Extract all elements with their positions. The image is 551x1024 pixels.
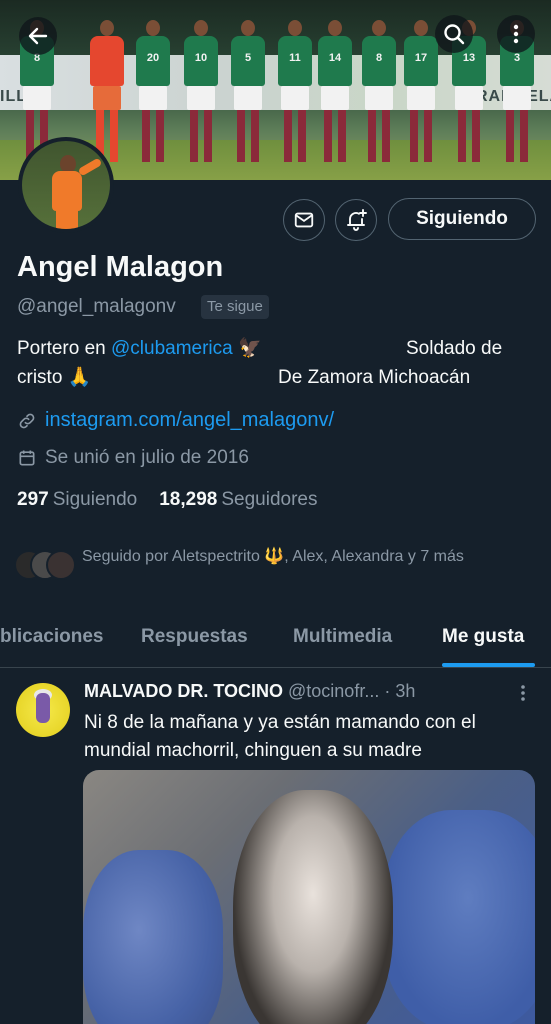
bio-location-text: De Zamora Michoacán [278,367,471,388]
bio-text: cristo 🙏 [17,367,92,388]
profile-tabs: blicaciones Respuestas Multimedia Me gus… [0,612,551,668]
following-stat[interactable]: 297 Siguiendo [17,489,137,511]
more-vertical-icon [513,24,519,44]
follower-avatars [14,550,76,582]
calendar-icon [19,450,35,466]
player: 11 [278,20,312,170]
more-button[interactable] [497,15,535,53]
search-button[interactable] [435,15,473,53]
website-link[interactable]: instagram.com/angel_malagonv/ [45,409,334,432]
bell-plus-icon [347,209,367,231]
player: 10 [184,20,218,170]
link-icon [19,413,35,428]
profile-handle: @angel_malagonv [17,296,176,317]
followers-count: 18,298 [159,489,218,510]
tab-media[interactable]: Multimedia [293,626,392,648]
player: 5 [231,20,265,170]
tweet-text: Ni 8 de la mañana y ya están mamando con… [84,712,476,761]
envelope-icon [294,212,314,228]
bio-line-1: Portero en @clubamerica 🦅 [17,337,262,361]
arrow-left-icon [28,27,48,45]
message-button[interactable] [283,199,325,241]
player: 17 [404,20,438,170]
tweet-author-name[interactable]: MALVADO DR. TOCINO [84,681,283,701]
bio-text-right: Soldado de [406,338,503,359]
followed-by-text: Seguido por Aletspectrito 🔱, Alex, Alexa… [82,548,464,565]
player: 14 [318,20,352,170]
eagle-emoji: 🦅 [238,338,262,359]
profile-avatar[interactable] [18,137,114,233]
bio-text: Portero en [17,338,111,359]
following-count: 297 [17,489,49,510]
player: 20 [136,20,170,170]
notifications-button[interactable] [335,199,377,241]
website-row: instagram.com/angel_malagonv/ [17,409,334,432]
tweet-header: MALVADO DR. TOCINO @tocinofr... · 3h [84,681,524,702]
joined-row: Se unió en julio de 2016 [17,447,249,469]
active-tab-indicator [442,663,535,667]
following-button[interactable]: Siguiendo [388,198,536,240]
tweet-author-handle[interactable]: @tocinofr... [288,681,379,701]
tab-posts[interactable]: blicaciones [0,626,104,648]
tweet-author-avatar[interactable] [16,683,70,737]
profile-name: Angel Malagon [17,251,224,283]
following-label: Siguiendo [52,489,138,510]
follow-stats: 297 Siguiendo 18,298 Seguidores [17,489,317,511]
avatar [46,550,76,580]
tweet-more-icon[interactable] [515,683,531,703]
followers-stat[interactable]: 18,298 Seguidores [159,489,317,511]
bio-mention-link[interactable]: @clubamerica [111,338,233,359]
followers-label: Seguidores [221,489,318,510]
player: 8 [362,20,396,170]
search-icon [444,24,465,45]
tab-likes[interactable]: Me gusta [442,626,524,648]
back-button[interactable] [19,17,57,55]
tweet-time: · 3h [384,681,416,701]
tab-replies[interactable]: Respuestas [141,626,248,648]
tweet-media-image[interactable] [83,770,535,1024]
joined-date: Se unió en julio de 2016 [45,447,249,468]
follows-you-badge: Te sigue [201,295,269,319]
